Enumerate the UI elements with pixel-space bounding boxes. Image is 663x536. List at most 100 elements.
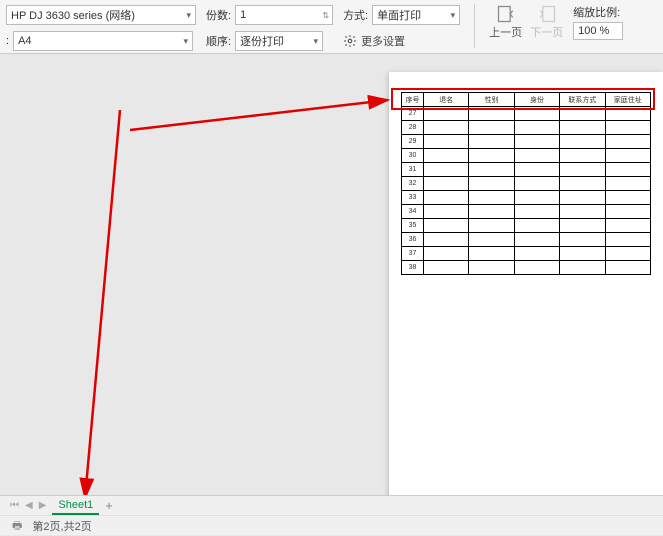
table-row: 28 bbox=[402, 121, 651, 135]
table-cell bbox=[605, 191, 650, 205]
mode-select[interactable]: 单面打印 bbox=[372, 5, 460, 25]
table-cell: 38 bbox=[402, 261, 424, 275]
table-cell bbox=[560, 191, 605, 205]
table-cell bbox=[514, 121, 559, 135]
table-cell bbox=[560, 163, 605, 177]
settings-icon bbox=[343, 34, 357, 48]
prev-page-label: 上一页 bbox=[489, 24, 522, 40]
print-preview-area: 序号退名性别身份联系方式家庭住址 27282930313233343536373… bbox=[0, 54, 663, 495]
table-cell bbox=[514, 149, 559, 163]
table-cell bbox=[514, 233, 559, 247]
table-cell bbox=[560, 205, 605, 219]
table-cell bbox=[469, 107, 514, 121]
table-cell bbox=[424, 261, 469, 275]
table-row: 33 bbox=[402, 191, 651, 205]
table-row: 37 bbox=[402, 247, 651, 261]
toolbar-divider bbox=[474, 4, 475, 48]
table-header-cell: 家庭住址 bbox=[605, 93, 650, 107]
table-header-cell: 联系方式 bbox=[560, 93, 605, 107]
copies-value: 1 bbox=[240, 9, 246, 21]
table-cell bbox=[469, 205, 514, 219]
prev-page-icon bbox=[496, 4, 516, 24]
table-cell bbox=[560, 135, 605, 149]
table-body: 272829303132333435363738 bbox=[402, 107, 651, 275]
zoom-label: 缩放比例: bbox=[573, 4, 620, 20]
table-cell bbox=[560, 261, 605, 275]
table-cell bbox=[605, 247, 650, 261]
table-cell: 37 bbox=[402, 247, 424, 261]
paper-select[interactable]: A4 bbox=[13, 31, 193, 51]
order-label: 顺序: bbox=[206, 33, 231, 49]
copies-input[interactable]: 1 bbox=[235, 5, 333, 25]
table-cell bbox=[469, 247, 514, 261]
table-row: 31 bbox=[402, 163, 651, 177]
page-info: 第2页,共2页 bbox=[32, 518, 91, 534]
table-cell bbox=[605, 121, 650, 135]
preview-page: 序号退名性别身份联系方式家庭住址 27282930313233343536373… bbox=[389, 72, 663, 495]
table-cell bbox=[424, 107, 469, 121]
prev-page-button[interactable]: 上一页 bbox=[489, 4, 522, 40]
table-cell: 30 bbox=[402, 149, 424, 163]
zoom-input[interactable]: 100 % bbox=[573, 22, 623, 40]
table-cell bbox=[469, 219, 514, 233]
paper-label: : bbox=[6, 35, 9, 47]
table-row: 34 bbox=[402, 205, 651, 219]
table-row: 38 bbox=[402, 261, 651, 275]
copies-label: 份数: bbox=[206, 7, 231, 23]
table-cell: 34 bbox=[402, 205, 424, 219]
more-settings-button[interactable]: 更多设置 bbox=[343, 31, 405, 51]
tab-prev-icon[interactable]: ◀ bbox=[25, 500, 33, 511]
table-cell bbox=[560, 149, 605, 163]
table-cell: 33 bbox=[402, 191, 424, 205]
table-cell bbox=[605, 219, 650, 233]
next-page-icon bbox=[537, 4, 557, 24]
table-cell bbox=[424, 247, 469, 261]
table-cell bbox=[605, 163, 650, 177]
table-header-cell: 序号 bbox=[402, 93, 424, 107]
table-row: 29 bbox=[402, 135, 651, 149]
table-cell bbox=[469, 163, 514, 177]
table-cell: 36 bbox=[402, 233, 424, 247]
tab-first-icon[interactable]: ⏮ bbox=[10, 500, 19, 511]
tab-next-icon[interactable]: ▶ bbox=[39, 500, 47, 511]
table-cell bbox=[605, 107, 650, 121]
table-cell bbox=[514, 205, 559, 219]
printer-value: HP DJ 3630 series (网络) bbox=[11, 7, 135, 23]
sheet-tab-label: Sheet1 bbox=[58, 499, 93, 511]
table-row: 35 bbox=[402, 219, 651, 233]
sheet-tabs-row: ⏮ ◀ ▶ Sheet1 + bbox=[0, 496, 663, 516]
table-cell bbox=[560, 233, 605, 247]
table-cell bbox=[605, 261, 650, 275]
table-cell bbox=[514, 163, 559, 177]
table-cell bbox=[605, 205, 650, 219]
table-cell bbox=[469, 135, 514, 149]
table-header-cell: 性别 bbox=[469, 93, 514, 107]
print-toolbar: HP DJ 3630 series (网络) : A4 份数: 1 顺序: 逐份… bbox=[0, 0, 663, 54]
table-cell bbox=[424, 177, 469, 191]
table-cell bbox=[469, 177, 514, 191]
table-cell bbox=[560, 107, 605, 121]
printer-select[interactable]: HP DJ 3630 series (网络) bbox=[6, 5, 196, 25]
mode-value: 单面打印 bbox=[377, 7, 421, 23]
bottom-bar: ⏮ ◀ ▶ Sheet1 + 🖶 第2页,共2页 bbox=[0, 495, 663, 535]
table-header-row: 序号退名性别身份联系方式家庭住址 bbox=[402, 93, 651, 107]
next-page-button[interactable]: 下一页 bbox=[530, 4, 563, 40]
table-cell bbox=[424, 205, 469, 219]
table-cell bbox=[424, 149, 469, 163]
table-cell bbox=[469, 233, 514, 247]
more-settings-label: 更多设置 bbox=[361, 33, 405, 49]
table-cell bbox=[560, 177, 605, 191]
table-cell bbox=[605, 149, 650, 163]
add-sheet-button[interactable]: + bbox=[105, 498, 113, 513]
table-cell bbox=[424, 163, 469, 177]
table-cell bbox=[560, 219, 605, 233]
sheet-tab[interactable]: Sheet1 bbox=[52, 497, 99, 515]
zoom-value-text: 100 % bbox=[578, 25, 609, 37]
table-cell: 29 bbox=[402, 135, 424, 149]
print-status-icon: 🖶 bbox=[12, 517, 22, 536]
page-nav-group: 上一页 下一页 bbox=[489, 4, 563, 40]
order-select[interactable]: 逐份打印 bbox=[235, 31, 323, 51]
table-cell bbox=[560, 247, 605, 261]
mode-label: 方式: bbox=[343, 7, 368, 23]
table-cell bbox=[514, 247, 559, 261]
